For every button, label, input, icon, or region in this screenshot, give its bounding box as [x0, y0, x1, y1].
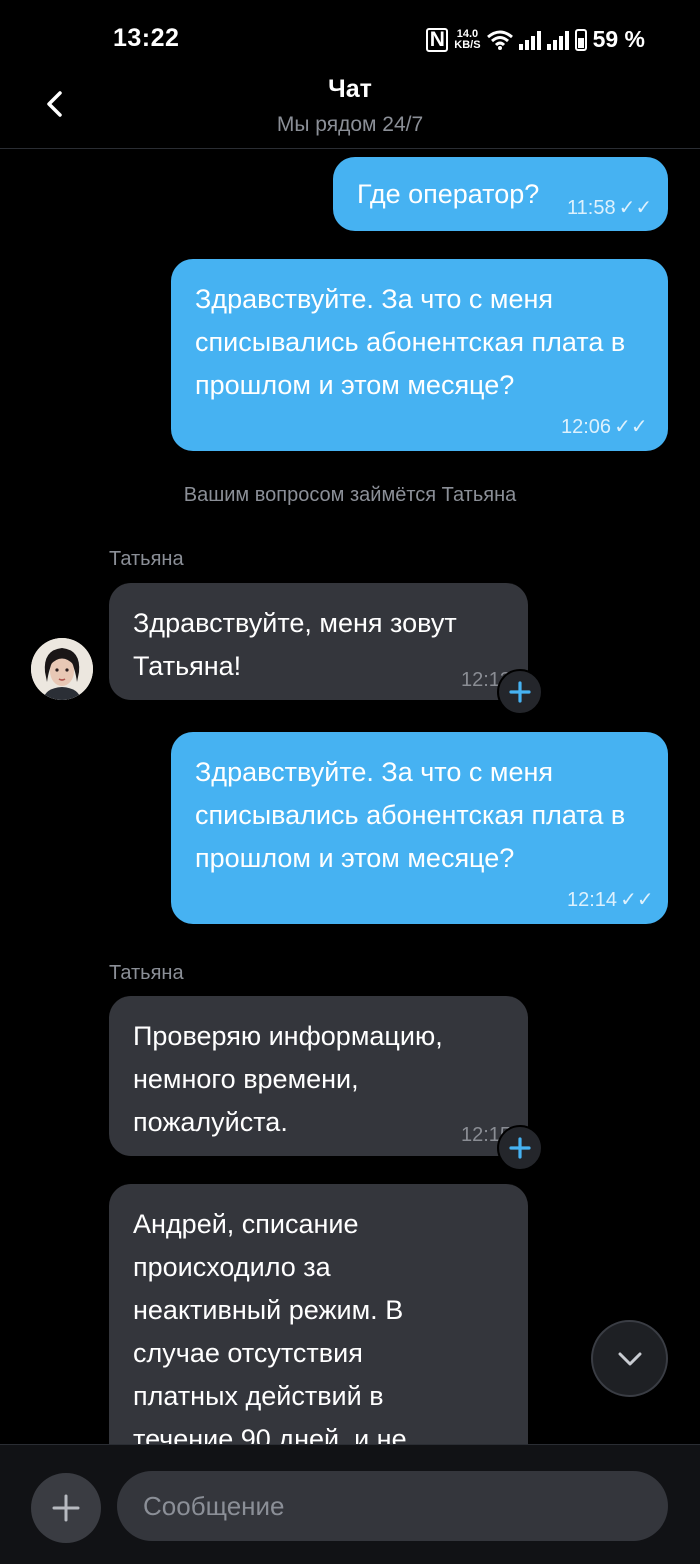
message-text: Здравствуйте. За что с меня списывались … — [195, 284, 626, 400]
nfc-icon: N — [426, 27, 449, 52]
message-text: Где оператор? — [357, 179, 540, 209]
message-text: Здравствуйте. За что с меня списывались … — [195, 757, 626, 873]
system-notice: Вашим вопросом займётся Татьяна — [183, 484, 517, 506]
status-time: 13:22 — [113, 24, 180, 52]
sender-name: Татьяна — [109, 962, 184, 984]
page-title: Чат — [328, 75, 372, 103]
page-subtitle: Мы рядом 24/7 — [276, 113, 424, 136]
status-icons: N 14.0 KB/S 59 % — [426, 26, 645, 53]
message-text: Проверяю информацию, немного времени, по… — [133, 1021, 443, 1137]
add-reaction-button[interactable] — [497, 669, 543, 715]
scroll-to-bottom-button[interactable] — [591, 1320, 668, 1397]
plus-icon — [509, 681, 531, 703]
chat-header: Чат Мы рядом 24/7 — [0, 62, 700, 149]
message-time: 12:14 ✓✓ — [567, 879, 654, 922]
message-time: 11:58 ✓✓ — [567, 187, 652, 230]
status-bar: 13:22 N 14.0 KB/S 59 % — [0, 0, 700, 62]
message-composer — [0, 1444, 700, 1564]
net-speed-unit: KB/S — [454, 38, 481, 51]
attach-button[interactable] — [31, 1473, 101, 1543]
battery-icon — [574, 28, 587, 51]
outgoing-message[interactable]: Где оператор? 11:58 ✓✓ — [333, 157, 668, 231]
outgoing-message[interactable]: Здравствуйте. За что с меня списывались … — [171, 732, 668, 924]
message-text: Здравствуйте, меня зовут Татьяна! — [133, 608, 457, 681]
signal-icon-2 — [546, 30, 569, 50]
plus-icon — [509, 1137, 531, 1159]
incoming-message[interactable]: Здравствуйте, меня зовут Татьяна! 12:13 — [109, 583, 528, 700]
wifi-icon — [486, 30, 513, 50]
message-input[interactable] — [141, 1489, 668, 1523]
read-ticks-icon: ✓✓ — [620, 889, 654, 911]
read-ticks-icon: ✓✓ — [618, 197, 653, 219]
message-time-value: 12:06 — [561, 416, 612, 438]
incoming-message[interactable]: Андрей, списание происходило за неактивн… — [109, 1184, 528, 1484]
message-time-value: 12:14 — [567, 889, 618, 911]
avatar[interactable] — [31, 638, 93, 700]
plus-icon — [52, 1494, 80, 1522]
net-speed: 14.0 KB/S — [454, 28, 481, 51]
message-text: Андрей, списание происходило за неактивн… — [133, 1209, 407, 1454]
chevron-down-icon — [618, 1352, 641, 1365]
outgoing-message[interactable]: Здравствуйте. За что с меня списывались … — [171, 259, 668, 451]
message-time-value: 11:58 — [567, 197, 616, 219]
read-ticks-icon: ✓✓ — [614, 416, 648, 438]
battery-percent: 59 % — [592, 26, 645, 52]
message-time: 12:06 ✓✓ — [561, 406, 648, 449]
message-input-wrap[interactable] — [117, 1471, 668, 1541]
signal-icon — [518, 30, 541, 50]
operator-avatar-image — [31, 638, 93, 700]
sender-name: Татьяна — [109, 548, 184, 570]
incoming-message[interactable]: Проверяю информацию, немного времени, по… — [109, 996, 528, 1156]
add-reaction-button[interactable] — [497, 1125, 543, 1171]
